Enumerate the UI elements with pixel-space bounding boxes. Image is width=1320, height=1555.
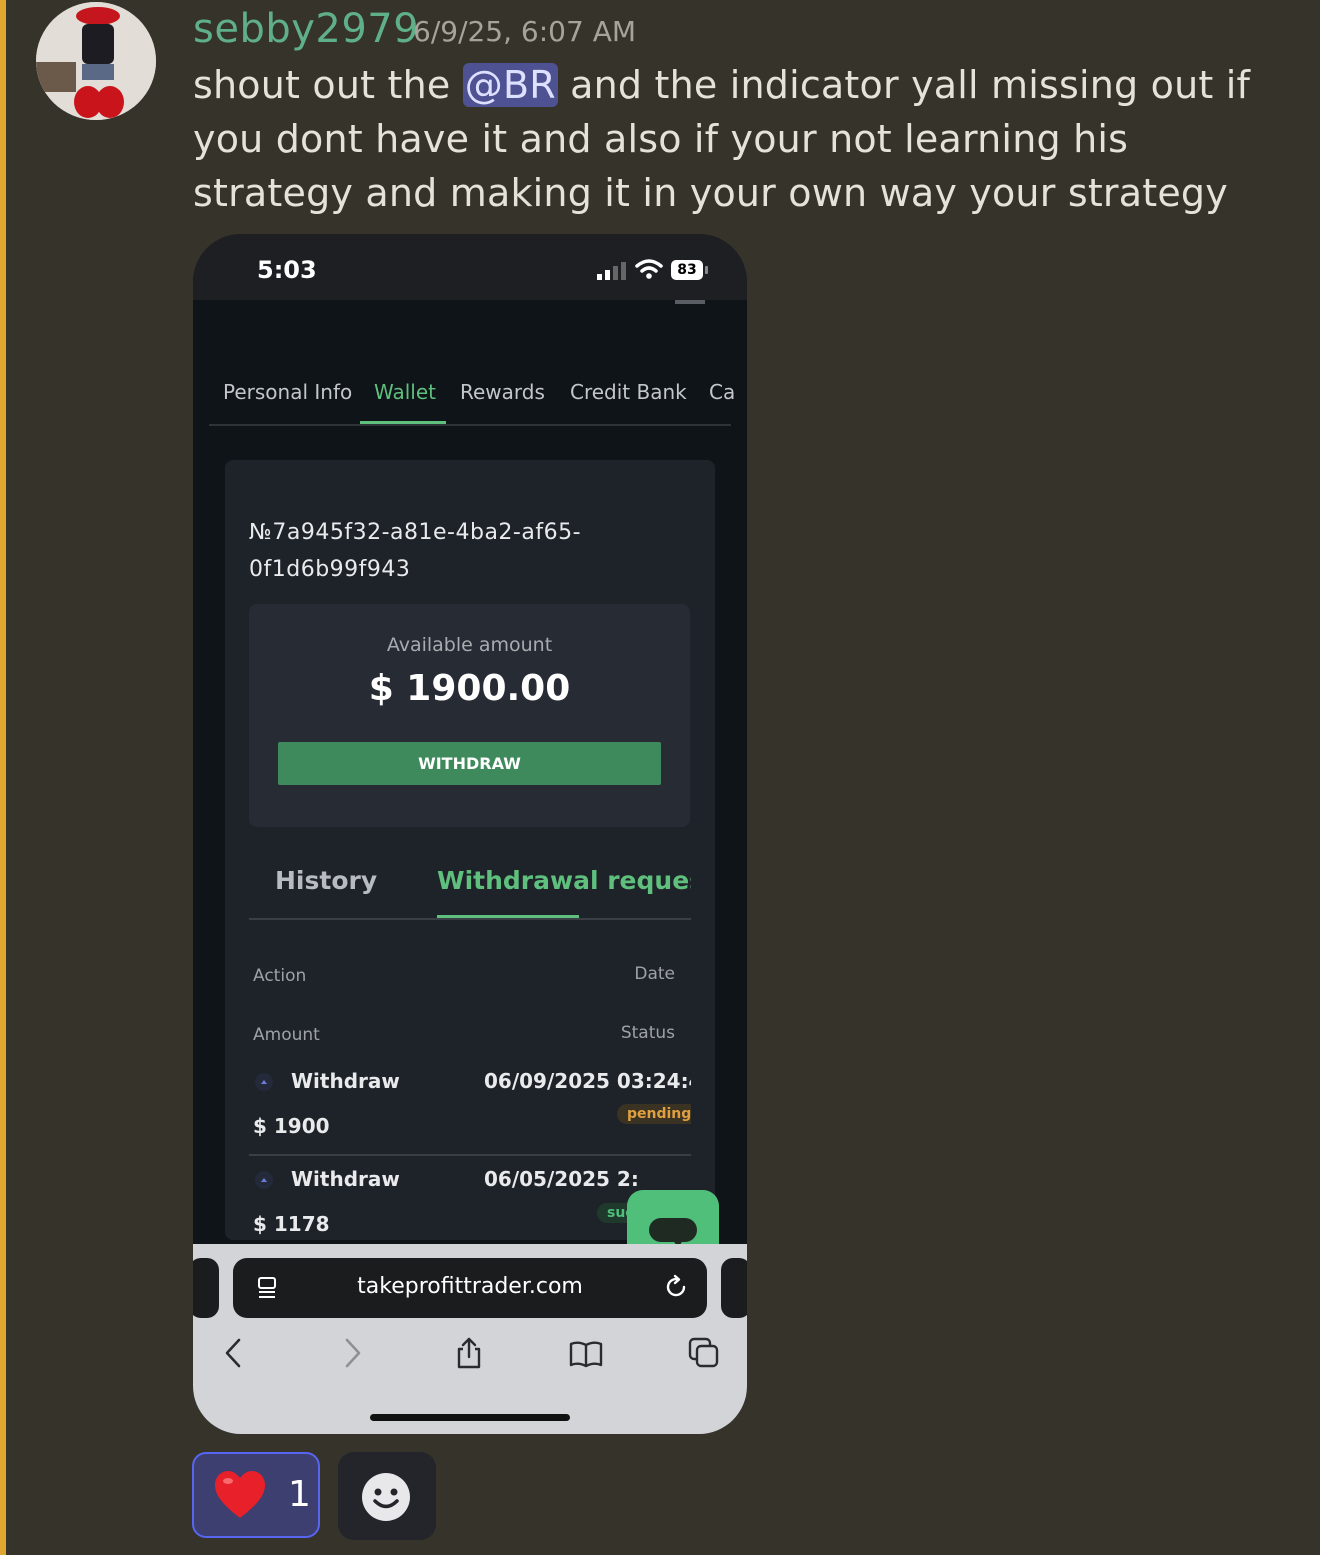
account-tabs: Personal Info Wallet Rewards Credit Bank… bbox=[209, 376, 735, 426]
forward-icon[interactable] bbox=[335, 1336, 369, 1370]
row-amount: $ 1900 bbox=[253, 1114, 330, 1138]
tabs-icon[interactable] bbox=[687, 1336, 721, 1370]
avatar-image bbox=[36, 2, 156, 120]
reload-icon[interactable] bbox=[663, 1274, 689, 1300]
row-amount: $ 1178 bbox=[253, 1212, 330, 1236]
username[interactable]: sebby2979 bbox=[193, 6, 419, 52]
wifi-icon bbox=[635, 259, 663, 279]
previous-tab-edge[interactable] bbox=[193, 1258, 219, 1318]
add-reaction-button[interactable] bbox=[338, 1452, 436, 1540]
heart-reaction-button[interactable]: 1 bbox=[192, 1452, 320, 1538]
active-tab-underline bbox=[360, 421, 446, 424]
tab-history[interactable]: History bbox=[275, 866, 377, 895]
webpage-content: Personal Info Wallet Rewards Credit Bank… bbox=[193, 300, 747, 1280]
tab-wallet[interactable]: Wallet bbox=[374, 380, 436, 404]
avatar[interactable] bbox=[36, 2, 156, 120]
chat-bubble-icon bbox=[649, 1218, 697, 1242]
withdrawal-table: Action Date Amount Status Withdraw 06/09… bbox=[249, 940, 691, 1240]
row-date: 06/09/2025 03:24:4 bbox=[484, 1069, 691, 1093]
status-time: 5:03 bbox=[257, 256, 317, 284]
expand-row-icon[interactable] bbox=[255, 1171, 273, 1189]
history-tab-underline bbox=[437, 915, 579, 918]
expand-row-icon[interactable] bbox=[255, 1073, 273, 1091]
wallet-id: №7a945f32-a81e-4ba2-af65-0f1d6b99f943 bbox=[249, 520, 582, 582]
highlight-accent-bar bbox=[0, 0, 6, 1555]
status-badge: pending bbox=[617, 1104, 691, 1124]
user-mention[interactable]: @BR bbox=[462, 63, 558, 107]
available-amount-value: $ 1900.00 bbox=[368, 668, 571, 709]
browser-toolbar: takeprofittrader.com bbox=[193, 1244, 747, 1434]
share-icon[interactable] bbox=[452, 1336, 486, 1370]
scroll-indicator bbox=[675, 300, 705, 304]
column-header-status: Status bbox=[620, 1023, 675, 1043]
tab-truncated[interactable]: Ca bbox=[709, 380, 735, 404]
column-header-amount: Amount bbox=[253, 1025, 320, 1045]
history-tabs: History Withdrawal requests bbox=[249, 860, 691, 920]
available-amount-box: Available amount $ 1900.00 WITHDRAW bbox=[249, 604, 690, 827]
row-action: Withdraw bbox=[291, 1069, 400, 1093]
battery-icon: 83 bbox=[671, 260, 703, 280]
cellular-signal-icon bbox=[597, 262, 626, 280]
address-bar[interactable]: takeprofittrader.com bbox=[233, 1258, 707, 1318]
message-text: shout out the @BR and the indicator yall… bbox=[193, 58, 1283, 220]
smiley-icon bbox=[362, 1473, 410, 1521]
row-action: Withdraw bbox=[291, 1167, 400, 1191]
row-divider bbox=[249, 1154, 691, 1156]
heart-icon bbox=[215, 1471, 265, 1518]
bookmarks-icon[interactable] bbox=[569, 1336, 603, 1370]
message-text-part: shout out the bbox=[193, 63, 463, 107]
phone-status-bar: 5:03 83 bbox=[193, 234, 747, 300]
tab-credit-bank[interactable]: Credit Bank bbox=[570, 380, 687, 404]
column-header-date: Date bbox=[634, 964, 675, 984]
home-indicator bbox=[370, 1414, 570, 1421]
tab-rewards[interactable]: Rewards bbox=[460, 380, 545, 404]
url-text: takeprofittrader.com bbox=[357, 1274, 583, 1299]
message-timestamp: 6/9/25, 6:07 AM bbox=[413, 15, 637, 48]
available-amount-label: Available amount bbox=[386, 634, 553, 656]
next-tab-edge[interactable] bbox=[721, 1258, 747, 1318]
tab-withdrawal-requests[interactable]: Withdrawal requests bbox=[437, 866, 691, 895]
battery-nub bbox=[705, 266, 708, 274]
row-date: 06/05/2025 2: bbox=[484, 1167, 639, 1191]
attached-screenshot[interactable]: 5:03 83 Personal Info Wallet Rewards Cre… bbox=[193, 234, 747, 1434]
column-header-action: Action bbox=[253, 966, 307, 986]
reaction-count: 1 bbox=[288, 1474, 311, 1515]
wallet-card: №7a945f32-a81e-4ba2-af65-0f1d6b99f943 Av… bbox=[225, 460, 715, 1240]
back-icon[interactable] bbox=[217, 1336, 251, 1370]
tab-personal-info[interactable]: Personal Info bbox=[223, 380, 352, 404]
withdraw-button[interactable]: WITHDRAW bbox=[278, 742, 661, 785]
